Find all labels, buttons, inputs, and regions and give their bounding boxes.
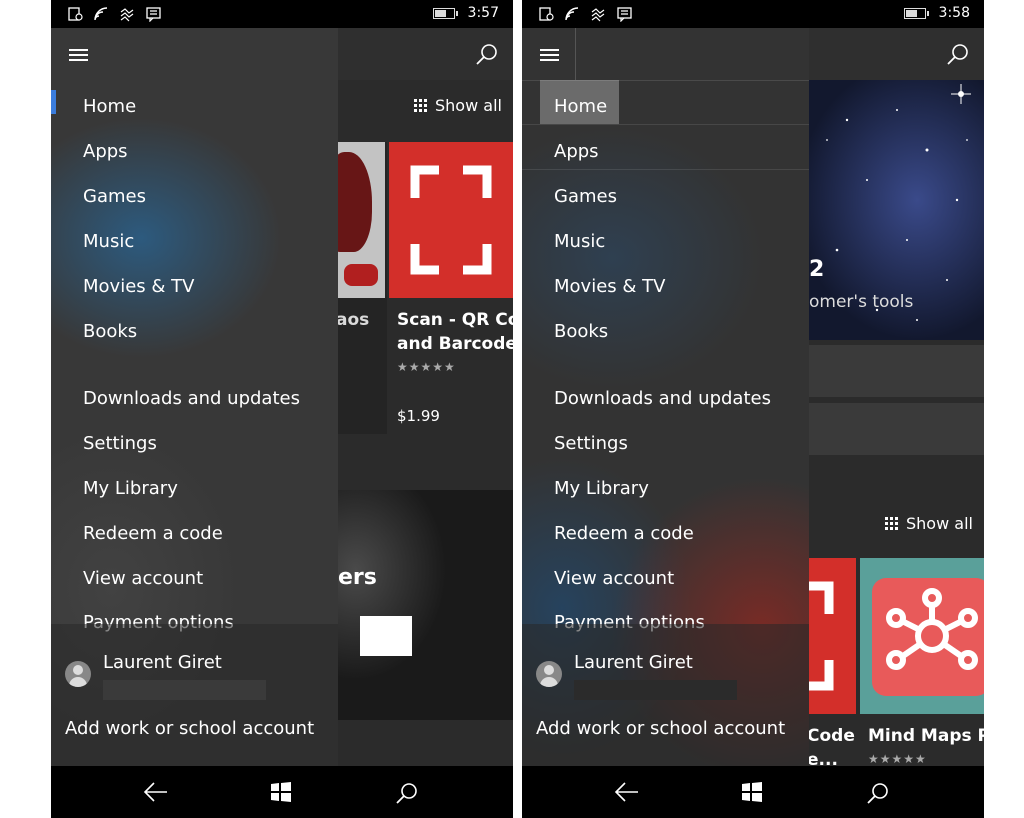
nav-item-downloads-updates[interactable]: Downloads and updates: [83, 386, 300, 412]
hero-number: 2: [809, 257, 825, 282]
nav-item-redeem-code[interactable]: Redeem a code: [83, 521, 223, 547]
avatar[interactable]: [536, 661, 562, 687]
nav-item-view-account[interactable]: View account: [554, 566, 674, 592]
notification-icon: [539, 7, 554, 21]
search-icon[interactable]: [866, 781, 890, 805]
account-email-redacted: [103, 680, 266, 700]
account-email-redacted: [574, 680, 737, 700]
clock: 3:57: [467, 5, 499, 21]
windows-start-icon[interactable]: [741, 781, 763, 803]
hamburger-menu-icon[interactable]: [69, 49, 88, 61]
navigation-drawer: Home Apps Games Music Movies & TV Books …: [51, 28, 338, 766]
tile-shadow: [338, 142, 387, 434]
hero-caption: omer's tools: [809, 292, 914, 312]
app-tile-qr-code[interactable]: [807, 558, 856, 714]
phone-screen-right: 3:58 2 omer's tools Show all Code e... M…: [522, 0, 984, 818]
vibrate-icon: [120, 8, 134, 22]
navigation-drawer: Home Apps Games Music Movies & TV Books …: [522, 28, 809, 766]
divider: [522, 124, 809, 125]
status-bar: 3:58: [522, 0, 984, 28]
show-all-label: Show all: [435, 96, 502, 115]
wifi-icon: [94, 7, 108, 21]
scan-frame-icon: [807, 581, 834, 691]
nav-item-games[interactable]: Games: [83, 184, 146, 210]
show-all-link[interactable]: Show all: [885, 514, 973, 533]
rating-stars: ★★★★★: [868, 752, 927, 766]
app-title-fragment: Code: [807, 726, 855, 746]
mind-map-icon: [886, 588, 978, 670]
app-price: $1.99: [397, 407, 440, 425]
scan-frame-icon: [410, 165, 492, 275]
hamburger-menu-icon[interactable]: [540, 49, 559, 61]
content-row[interactable]: [807, 345, 984, 397]
nav-item-music[interactable]: Music: [554, 229, 605, 255]
nav-item-apps[interactable]: Apps: [554, 139, 599, 165]
battery-icon: [433, 8, 458, 19]
divider: [522, 169, 809, 170]
app-title: Scan - QR Code: [397, 310, 513, 330]
grid-icon: [414, 99, 427, 112]
phone-screen-left: 3:57 Show all aos Scan - QR Code and Bar…: [51, 0, 513, 818]
nav-item-movies-tv[interactable]: Movies & TV: [83, 274, 194, 300]
nav-item-my-library[interactable]: My Library: [554, 476, 649, 502]
banner-text-fragment: ers: [338, 565, 377, 590]
notification-icon: [68, 7, 83, 21]
back-icon[interactable]: [614, 781, 640, 803]
system-nav-bar: [522, 766, 984, 818]
nav-item-books[interactable]: Books: [554, 319, 608, 345]
nav-item-books[interactable]: Books: [83, 319, 137, 345]
nav-item-music[interactable]: Music: [83, 229, 134, 255]
back-icon[interactable]: [143, 781, 169, 803]
search-icon[interactable]: [946, 42, 970, 66]
app-subtitle: and Barcode...: [397, 334, 513, 354]
nav-item-view-account[interactable]: View account: [83, 566, 203, 592]
app-tile-mind-maps[interactable]: [860, 558, 984, 714]
vibrate-icon: [591, 8, 605, 22]
clock: 3:58: [938, 5, 970, 21]
battery-icon: [904, 8, 929, 19]
nav-item-my-library[interactable]: My Library: [83, 476, 178, 502]
account-section: Laurent Giret Add work or school account: [522, 624, 809, 766]
nav-item-apps[interactable]: Apps: [83, 139, 128, 165]
app-title: Mind Maps P: [868, 726, 984, 746]
nav-item-redeem-code[interactable]: Redeem a code: [554, 521, 694, 547]
nav-item-movies-tv[interactable]: Movies & TV: [554, 274, 665, 300]
content-row[interactable]: [807, 403, 984, 455]
nav-item-home[interactable]: Home: [554, 94, 607, 120]
system-nav-bar: [51, 766, 513, 818]
search-icon[interactable]: [395, 781, 419, 805]
nav-item-games[interactable]: Games: [554, 184, 617, 210]
nav-item-home[interactable]: Home: [83, 94, 136, 120]
rating-stars: ★★★★★: [397, 360, 456, 374]
account-name[interactable]: Laurent Giret: [574, 652, 693, 673]
featured-banner[interactable]: [336, 490, 513, 720]
nav-item-settings[interactable]: Settings: [554, 431, 628, 457]
selected-indicator: [51, 90, 56, 114]
app-tile-scan-qr[interactable]: [389, 142, 513, 298]
message-icon: [617, 7, 632, 22]
search-icon[interactable]: [475, 42, 499, 66]
account-name[interactable]: Laurent Giret: [103, 652, 222, 673]
message-icon: [146, 7, 161, 22]
banner-button: [360, 616, 412, 656]
add-work-school-account[interactable]: Add work or school account: [65, 718, 314, 739]
nav-item-downloads-updates[interactable]: Downloads and updates: [554, 386, 771, 412]
add-work-school-account[interactable]: Add work or school account: [536, 718, 785, 739]
divider: [575, 28, 576, 80]
status-bar: 3:57: [51, 0, 513, 28]
show-all-link[interactable]: Show all: [414, 96, 502, 115]
grid-icon: [885, 517, 898, 530]
account-section: Laurent Giret Add work or school account: [51, 624, 338, 766]
wifi-icon: [565, 7, 579, 21]
show-all-label: Show all: [906, 514, 973, 533]
windows-start-icon[interactable]: [270, 781, 292, 803]
nav-item-settings[interactable]: Settings: [83, 431, 157, 457]
avatar[interactable]: [65, 661, 91, 687]
